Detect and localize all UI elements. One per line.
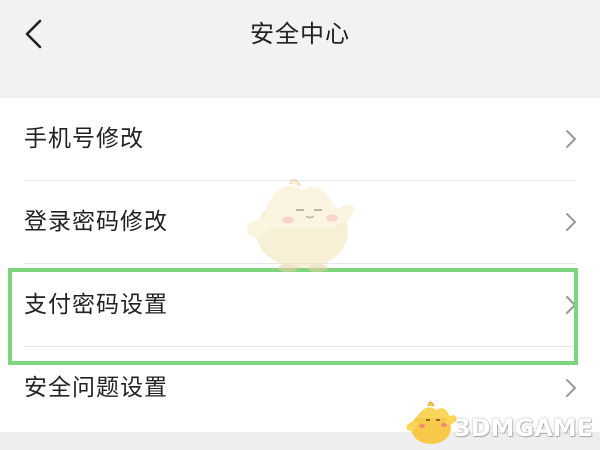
menu-item-label: 支付密码设置 (24, 292, 168, 318)
nav-bar: 安全中心 (0, 0, 600, 72)
chevron-right-icon (566, 379, 576, 397)
menu-item-security-question[interactable]: 安全问题设置 (0, 347, 600, 432)
chevron-right-icon (566, 130, 576, 148)
menu-item-label: 手机号修改 (24, 126, 144, 152)
bottom-strip (0, 432, 600, 450)
menu-item-payment-password[interactable]: 支付密码设置 (0, 264, 600, 347)
menu-item-change-phone[interactable]: 手机号修改 (0, 98, 600, 181)
page-title: 安全中心 (250, 20, 350, 48)
menu-item-change-login-password[interactable]: 登录密码修改 (0, 181, 600, 264)
chevron-right-icon (566, 213, 576, 231)
chevron-right-icon (566, 296, 576, 314)
security-menu-list: 手机号修改 登录密码修改 支付密码设置 安全问题设置 (0, 98, 600, 432)
menu-item-label: 安全问题设置 (24, 375, 168, 401)
menu-item-label: 登录密码修改 (24, 209, 168, 235)
